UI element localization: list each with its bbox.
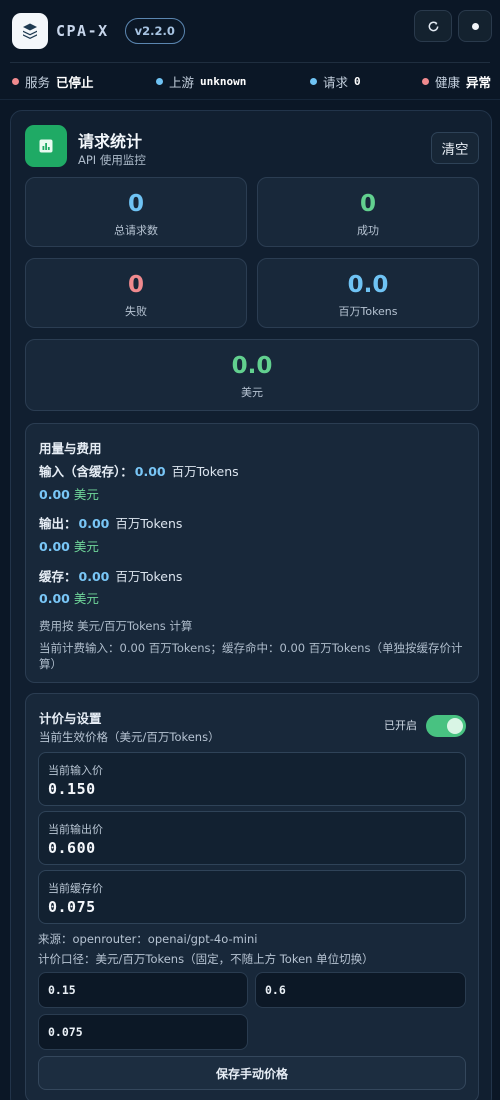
status-dot-blue (156, 77, 163, 85)
current-output-price: 当前输出价 0.600 (38, 811, 466, 865)
stat-value: 0 (127, 191, 144, 217)
usage-tokens: 0.00 (78, 516, 110, 531)
usage-tokens: 0.00 (78, 569, 110, 584)
save-manual-price-button[interactable]: 保存手动价格 (38, 1056, 466, 1090)
pricing-settings-section: 计价与设置 当前生效价格（美元/百万Tokens） 已开启 当前输入价 0.15… (25, 693, 479, 1100)
cache-price-field[interactable] (38, 1014, 248, 1050)
stat-card-total: 0 总请求数 (25, 177, 247, 247)
status-dot-red (422, 77, 429, 85)
status-health: 健康 异常 (422, 72, 491, 91)
usage-unit: 百万Tokens (115, 516, 183, 531)
output-price-field[interactable] (255, 972, 466, 1008)
request-stats-panel: 请求统计 API 使用监控 清空 0 总请求数 0 成功 0 失败 0.0 百万… (10, 110, 492, 1100)
stat-label: 总请求数 (114, 224, 158, 237)
panel-title: 请求统计 (78, 132, 143, 151)
layers-icon (23, 23, 37, 39)
usage-tokens: 0.00 (134, 464, 166, 479)
dot-icon (471, 22, 479, 30)
stat-card-usd: 0.0 美元 (25, 339, 479, 411)
panel-icon (25, 125, 67, 167)
usage-input-cost: 0.00 美元 (39, 484, 99, 503)
usage-cost-unit: 美元 (73, 539, 99, 554)
stat-card-failed: 0 失败 (25, 258, 247, 328)
settings-title: 计价与设置 (39, 711, 102, 726)
usage-cache-cost: 0.00 美元 (39, 588, 99, 607)
stat-card-success: 0 成功 (257, 177, 479, 247)
status-value: unknown (200, 74, 247, 88)
usage-cache-tokens: 缓存： 0.00 百万Tokens (39, 566, 182, 585)
usage-label: 输入（含缓存）： (39, 464, 133, 479)
usage-label: 输出： (39, 516, 77, 531)
settings-subtitle: 当前生效价格（美元/百万Tokens） (39, 730, 220, 744)
stat-card-mtokens: 0.0 百万Tokens (257, 258, 479, 328)
app-title: CPA-X (56, 22, 109, 40)
stat-value: 0.0 (347, 272, 389, 298)
usage-note-basis: 费用按 美元/百万Tokens 计算 (39, 619, 193, 633)
price-label: 当前缓存价 (48, 882, 103, 895)
status-label: 上游 (169, 74, 195, 90)
status-requests: 请求 0 (310, 72, 361, 91)
status-value: 已停止 (56, 74, 94, 90)
price-source: 来源：openrouter：openai/gpt-4o-mini (38, 932, 258, 946)
stat-label: 百万Tokens (338, 305, 398, 318)
pricing-toggle[interactable] (426, 715, 466, 737)
price-label: 当前输入价 (48, 764, 103, 777)
price-caliber: 计价口径：美元/百万Tokens（固定，不随上方 Token 单位切换） (38, 952, 374, 966)
stat-label: 失败 (125, 305, 147, 318)
theme-toggle-button[interactable] (458, 10, 492, 42)
price-label: 当前输出价 (48, 823, 103, 836)
version-badge: v2.2.0 (124, 18, 185, 44)
usage-label: 缓存： (39, 569, 77, 584)
status-label: 服务 (25, 74, 51, 90)
current-cache-price: 当前缓存价 0.075 (38, 870, 466, 924)
status-value: 异常 (466, 74, 492, 90)
stat-value: 0 (127, 272, 144, 298)
status-service: 服务 已停止 (12, 72, 94, 91)
stat-value: 0.0 (231, 353, 273, 379)
status-label: 请求 (323, 74, 349, 90)
status-label: 健康 (435, 74, 461, 90)
usage-cost-section: 用量与费用 输入（含缓存）： 0.00 百万Tokens 0.00 美元 输出： 0.0… (25, 423, 479, 683)
stat-label: 成功 (357, 224, 379, 237)
toggle-knob (447, 718, 463, 734)
refresh-button[interactable] (414, 10, 452, 42)
usage-cost: 0.00 (39, 539, 70, 554)
current-input-price: 当前输入价 0.150 (38, 752, 466, 806)
usage-note-detail: 当前计费输入：0.00 百万Tokens；缓存命中：0.00 百万Tokens（… (39, 641, 463, 671)
usage-cost-unit: 美元 (73, 591, 99, 606)
price-value: 0.075 (48, 898, 96, 916)
usage-output-cost: 0.00 美元 (39, 536, 99, 555)
price-value: 0.150 (48, 780, 96, 798)
status-dot-blue (310, 77, 317, 85)
clear-button[interactable]: 清空 (431, 132, 479, 164)
input-price-field[interactable] (38, 972, 248, 1008)
refresh-icon (428, 21, 438, 31)
usage-output-tokens: 输出： 0.00 百万Tokens (39, 513, 182, 532)
status-upstream: 上游 unknown (156, 72, 246, 91)
status-divider (0, 99, 500, 100)
app-logo (12, 13, 48, 49)
usage-title: 用量与费用 (39, 441, 102, 456)
bar-chart-icon (39, 139, 53, 153)
panel-subtitle: API 使用监控 (78, 153, 146, 167)
status-bar: 服务 已停止 上游 unknown 请求 0 健康 异常 (0, 63, 500, 99)
stat-label: 美元 (241, 386, 263, 399)
app-header: CPA-X v2.2.0 (0, 0, 500, 62)
usage-cost-unit: 美元 (73, 487, 99, 502)
status-value: 0 (354, 74, 361, 88)
usage-unit: 百万Tokens (115, 569, 183, 584)
usage-unit: 百万Tokens (171, 464, 239, 479)
toggle-label: 已开启 (384, 719, 417, 732)
usage-input-tokens: 输入（含缓存）： 0.00 百万Tokens (39, 461, 239, 480)
usage-cost: 0.00 (39, 591, 70, 606)
usage-cost: 0.00 (39, 487, 70, 502)
stat-value: 0 (359, 191, 376, 217)
status-dot-red (12, 77, 19, 85)
price-value: 0.600 (48, 839, 96, 857)
